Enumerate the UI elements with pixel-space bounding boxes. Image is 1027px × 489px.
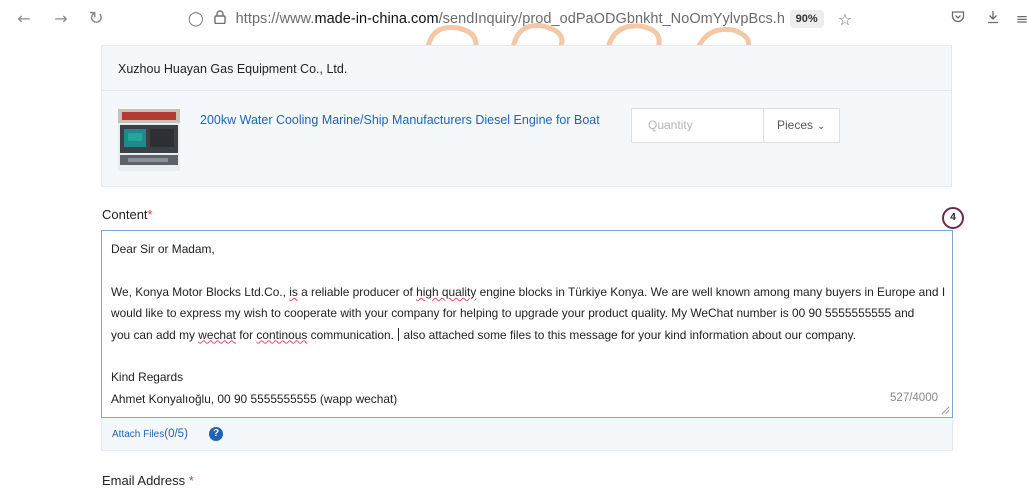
attach-files-label: Attach Files: [112, 429, 165, 440]
message-line: Dear Sir or Madam,: [111, 242, 215, 256]
chevron-down-icon: ⌄: [817, 121, 826, 132]
forward-icon[interactable]: →: [51, 9, 71, 29]
character-counter: 527/4000: [890, 391, 938, 404]
menu-icon[interactable]: ≡: [1012, 9, 1027, 29]
help-icon[interactable]: ?: [209, 427, 223, 441]
email-label: Email Address *: [102, 473, 194, 488]
required-mark: *: [188, 473, 194, 488]
message-line: would like to express my wish to coopera…: [111, 306, 915, 321]
spellcheck-word: continous: [256, 327, 308, 342]
spellcheck-word: wechat: [198, 327, 236, 342]
message-line: Kind Regards: [111, 370, 184, 385]
inquiry-product-card: Xuzhou Huayan Gas Equipment Co., Ltd. 20…: [101, 45, 952, 187]
step-marker-badge: 4: [942, 207, 964, 229]
zoom-badge[interactable]: 90%: [789, 10, 824, 28]
unit-select[interactable]: Pieces ⌄: [763, 108, 840, 143]
download-icon[interactable]: [983, 9, 1003, 29]
quantity-input[interactable]: Quantity: [631, 108, 764, 143]
lock-icon[interactable]: [213, 10, 226, 28]
resize-handle-icon[interactable]: [941, 406, 950, 415]
product-thumbnail[interactable]: [118, 109, 180, 171]
message-line: We, Konya Motor Blocks Ltd.Co., is a rel…: [111, 282, 946, 303]
reload-icon[interactable]: ↻: [86, 9, 106, 29]
bookmark-star-icon[interactable]: ☆: [838, 10, 852, 29]
message-text: for: [235, 327, 257, 342]
message-line: Ahmet Konyalıoğlu, 00 90 5555555555 (wap…: [111, 391, 398, 406]
tracking-shield-icon[interactable]: ◯: [188, 11, 204, 27]
attach-files-bar: Attach Files(0/5) ?: [101, 418, 953, 451]
unit-select-value: Pieces: [777, 118, 814, 132]
back-icon[interactable]: ←: [14, 9, 34, 29]
required-mark: *: [147, 207, 153, 222]
attach-files-link[interactable]: Attach Files(0/5): [112, 428, 188, 440]
pocket-icon[interactable]: [948, 9, 968, 29]
message-text: also attached some files to this message…: [400, 327, 857, 342]
product-title-link[interactable]: 200kw Water Cooling Marine/Ship Manufact…: [200, 113, 600, 127]
message-line: you can add my wechat for continous comm…: [111, 325, 943, 346]
message-text: a reliable producer of: [297, 284, 417, 299]
url-path: /sendInquiry/prod_odPaODGbnkht_NoOmYylvp…: [438, 11, 784, 27]
url-prefix: https://www.: [235, 11, 315, 27]
divider: [102, 90, 951, 91]
url-text[interactable]: https://www.made-in-china.com/sendInquir…: [236, 11, 784, 27]
spellcheck-word: high quality: [416, 284, 477, 299]
spellcheck-word: is: [289, 284, 298, 299]
supplier-name: Xuzhou Huayan Gas Equipment Co., Ltd.: [118, 62, 348, 76]
message-textarea[interactable]: Dear Sir or Madam, We, Konya Motor Block…: [101, 230, 953, 418]
attach-files-count: (0/5): [164, 428, 188, 440]
address-bar[interactable]: ◯ https://www.made-in-china.com/sendInqu…: [182, 6, 878, 32]
content-label-text: Content: [102, 207, 148, 222]
content-label: Content*: [102, 207, 153, 222]
message-text: you can add my: [111, 327, 199, 342]
browser-toolbar: ← → ↻ ◯ https://www.made-in-china.com/se…: [0, 0, 1027, 38]
email-label-text: Email Address: [102, 473, 186, 488]
message-text: We, Konya Motor Blocks Ltd.Co.,: [111, 284, 290, 299]
message-text: communication.: [307, 327, 398, 342]
message-text: engine blocks in Türkiye Konya. We are w…: [476, 284, 946, 299]
url-domain: made-in-china.com: [314, 11, 439, 27]
